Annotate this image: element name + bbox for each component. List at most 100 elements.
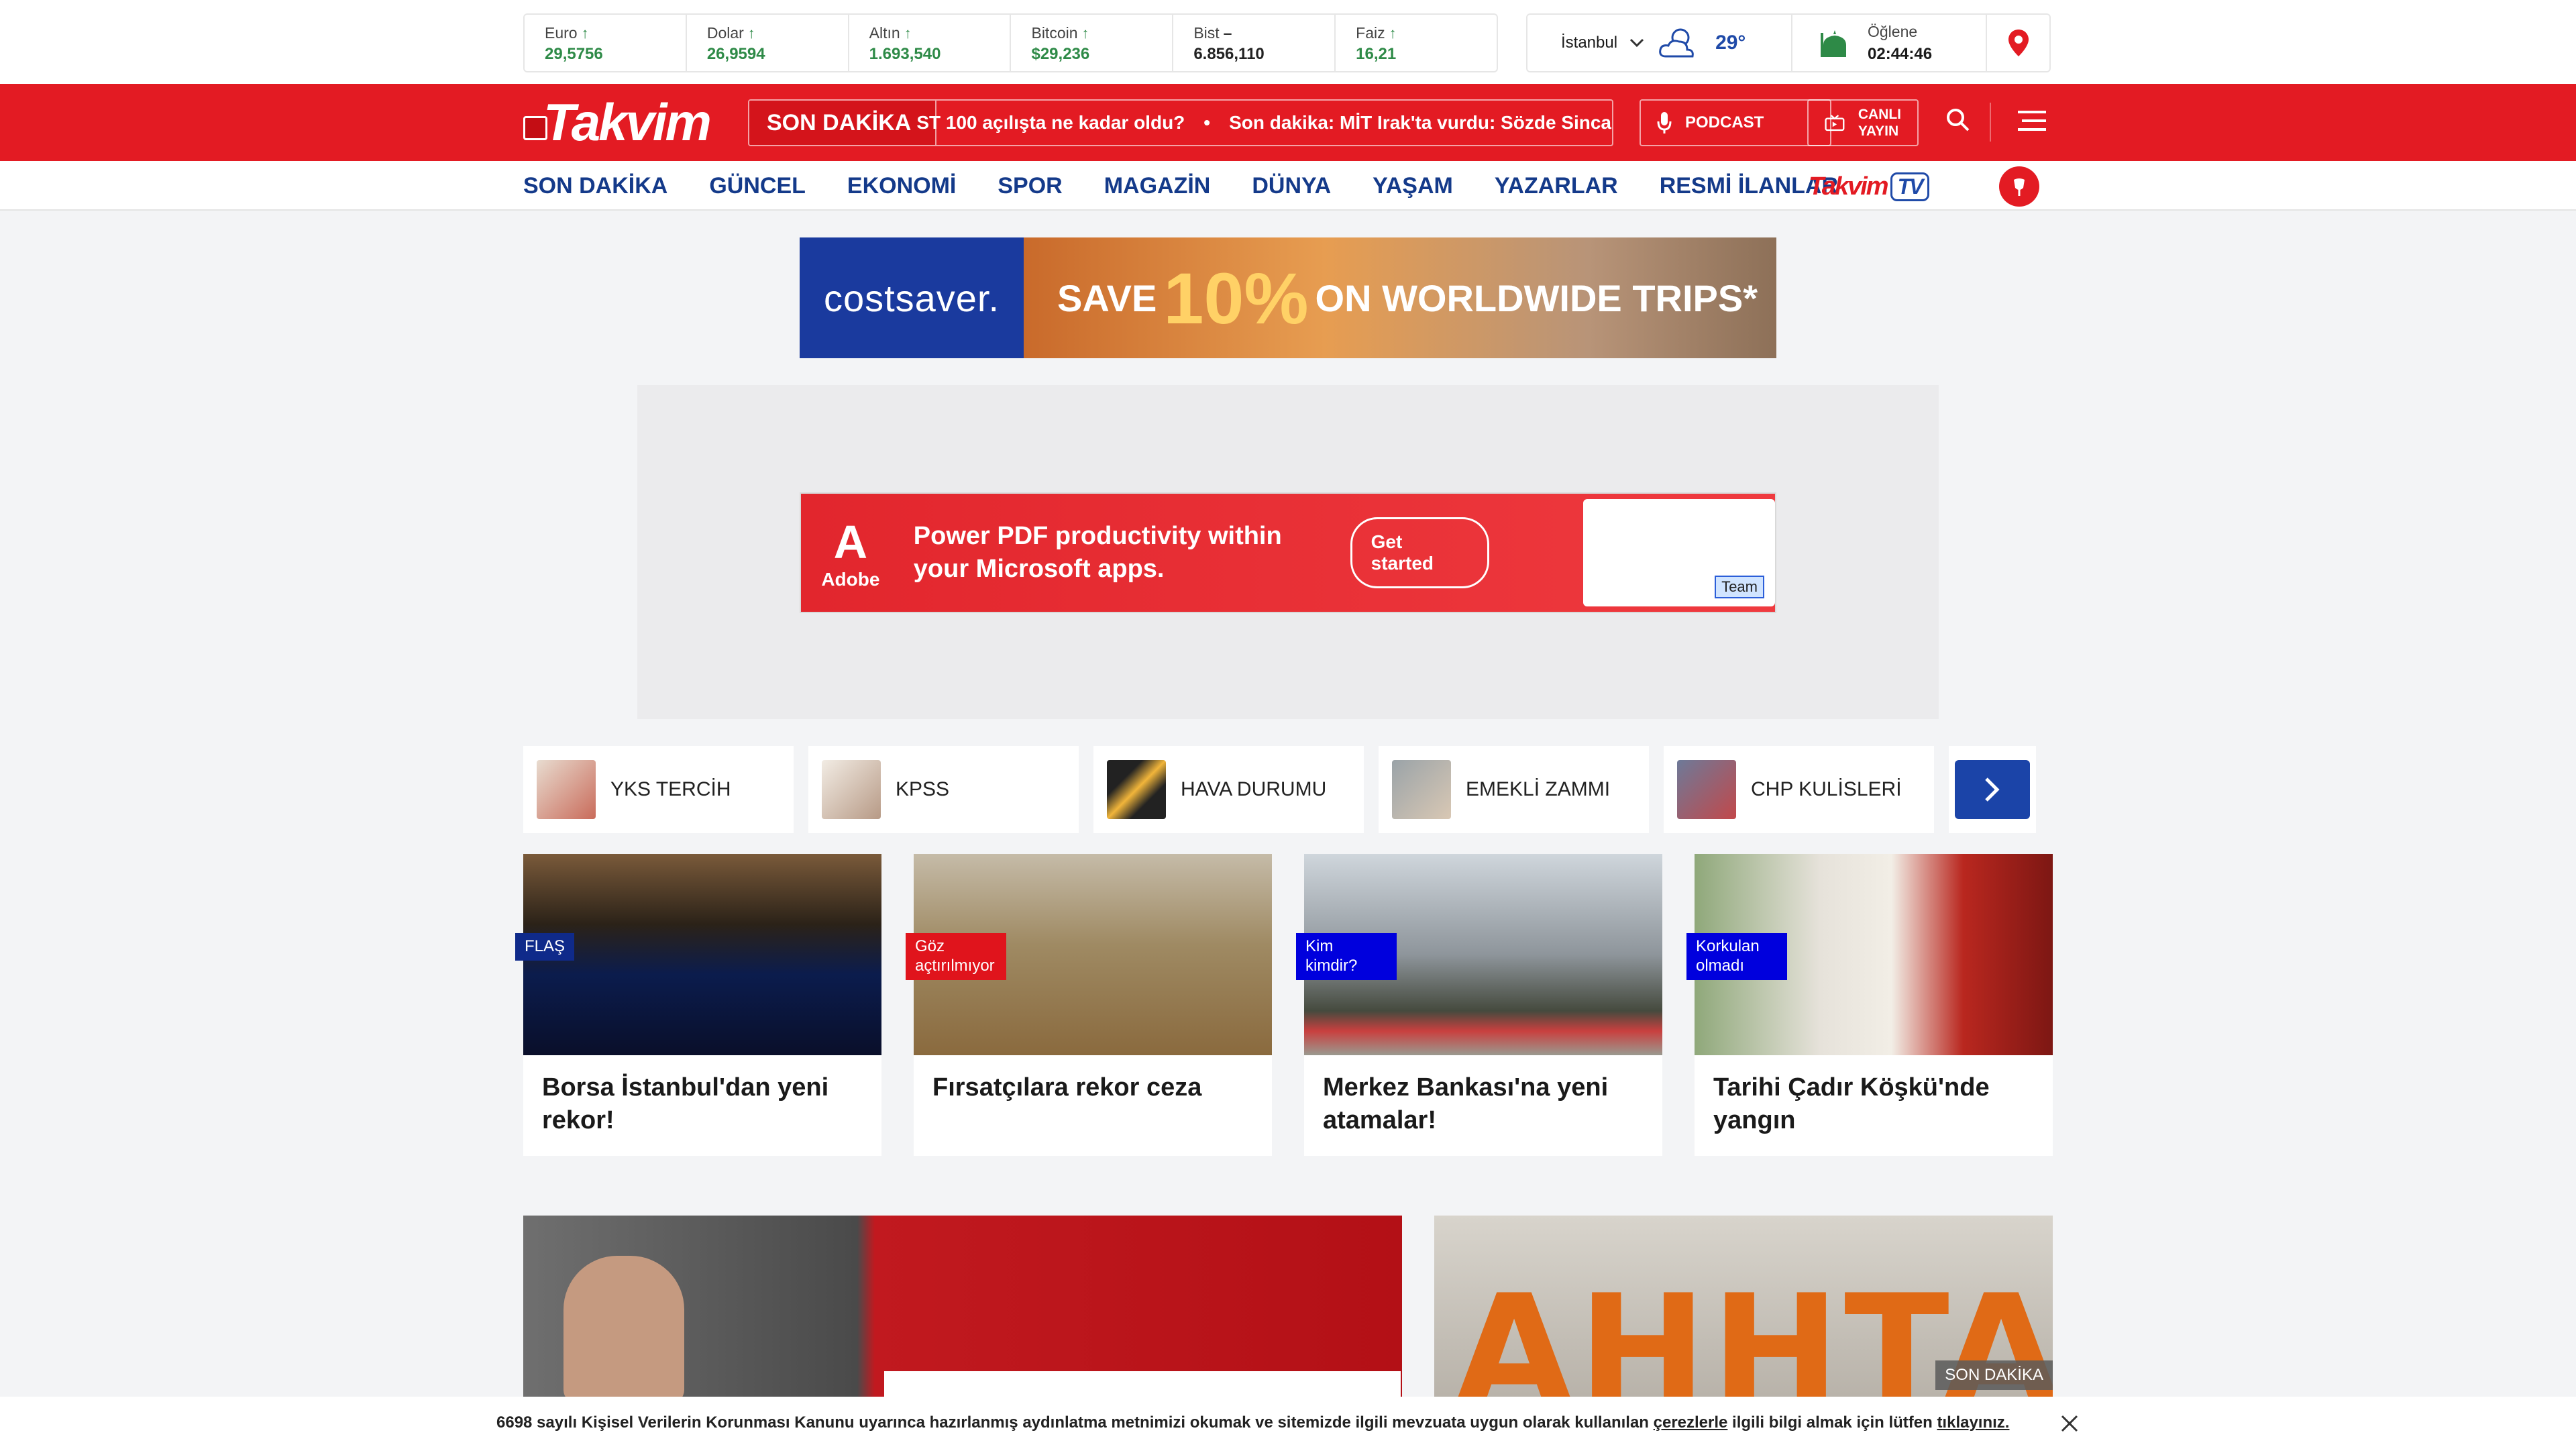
news-title: Tarihi Çadır Köşkü'nde yangın xyxy=(1713,1073,1990,1135)
market-bist[interactable]: Bist – 6.856,110 xyxy=(1173,15,1336,71)
topic-item[interactable]: HAVA DURUMU xyxy=(1093,746,1364,833)
search-icon xyxy=(1947,109,1970,131)
topic-thumbnail xyxy=(1677,760,1736,819)
ad-text-pre: SAVE xyxy=(1057,276,1157,319)
chevron-right-icon xyxy=(1985,777,2000,802)
nav-magazin[interactable]: MAGAZİN xyxy=(1104,173,1211,199)
son-dakika-badge: SON DAKİKA xyxy=(1935,1360,2053,1390)
topics-next-button[interactable] xyxy=(1949,746,2036,833)
market-value: 26,9594 xyxy=(706,45,765,63)
news-tag: Kim kimdir? xyxy=(1296,933,1397,980)
ad-thumbnail: Team xyxy=(1583,499,1775,606)
ticker-item[interactable]: ST 100 açılışta ne kadar oldu? xyxy=(916,112,1185,133)
nav-guncel[interactable]: GÜNCEL xyxy=(709,173,806,199)
market-bitcoin[interactable]: Bitcoin ↑ $29,236 xyxy=(1011,15,1174,71)
featured-person-image xyxy=(564,1256,684,1403)
trending-topics: YKS TERCİH KPSS HAVA DURUMU EMEKLİ ZAMMI… xyxy=(523,746,2053,833)
market-dolar[interactable]: Dolar ↑ 26,9594 xyxy=(687,15,849,71)
adobe-logo-text: Adobe xyxy=(821,569,880,590)
news-card[interactable]: Kim kimdir? Merkez Bankası'na yeni atama… xyxy=(1296,854,1662,1156)
market-faiz[interactable]: Faiz ↑ 16,21 xyxy=(1336,15,1497,71)
arrow-up-icon: ↑ xyxy=(747,24,755,42)
market-value: 6.856,110 xyxy=(1193,45,1265,63)
prayer-countdown: 02:44:46 xyxy=(1868,44,1933,63)
search-button[interactable] xyxy=(1945,107,1971,136)
market-value: 16,21 xyxy=(1356,45,1397,63)
breaking-news-ticker[interactable]: SON DAKİKA ST 100 açılışta ne kadar oldu… xyxy=(748,99,1613,146)
city-name: İstanbul xyxy=(1561,34,1618,52)
news-tag: FLAŞ xyxy=(515,933,575,961)
tulip-icon xyxy=(2014,178,2025,196)
news-card[interactable]: Korkulan olmadı Tarihi Çadır Köşkü'nde y… xyxy=(1686,854,2053,1156)
close-cookie-button[interactable] xyxy=(2059,1411,2080,1440)
arrow-up-icon: ↑ xyxy=(581,24,589,42)
market-value: 29,5756 xyxy=(545,45,603,63)
arrow-up-icon: ↑ xyxy=(1081,24,1089,42)
adobe-ad[interactable]: A Adobe Power PDF productivity within you… xyxy=(800,492,1776,613)
nav-ekonomi[interactable]: EKONOMİ xyxy=(847,173,956,199)
adobe-logo: A Adobe xyxy=(821,516,880,590)
news-tag: Göz açtırılmıyor xyxy=(906,933,1006,980)
main-header: Takvim SON DAKİKA ST 100 açılışta ne kad… xyxy=(0,84,2576,161)
featured-story-left[interactable] xyxy=(523,1216,1402,1417)
category-nav: SON DAKİKA GÜNCEL EKONOMİ SPOR MAGAZİN D… xyxy=(0,161,2576,211)
cookie-text-part: ilgili bilgi almak için lütfen xyxy=(1727,1413,1937,1432)
nav-yazarlar[interactable]: YAZARLAR xyxy=(1495,173,1618,199)
market-name: Euro xyxy=(545,24,578,42)
tv-icon xyxy=(1825,115,1845,131)
topic-item[interactable]: EMEKLİ ZAMMI xyxy=(1379,746,1649,833)
ticker-label: SON DAKİKA xyxy=(749,101,937,145)
partly-cloudy-icon xyxy=(1659,28,1694,58)
live-label-1: CANLI xyxy=(1858,106,1901,122)
logo-text: Takvim xyxy=(543,93,712,152)
market-euro[interactable]: Euro ↑ 29,5756 xyxy=(525,15,687,71)
podcast-button[interactable]: PODCAST xyxy=(1640,99,1831,146)
news-card[interactable]: FLAŞ Borsa İstanbul'dan yeni rekor! xyxy=(515,854,881,1156)
news-title: Merkez Bankası'na yeni atamalar! xyxy=(1323,1073,1609,1135)
market-name: Altın xyxy=(869,24,900,42)
cookie-link[interactable]: çerezlerle xyxy=(1654,1413,1728,1432)
nav-son-dakika[interactable]: SON DAKİKA xyxy=(523,173,667,199)
topic-label: YKS TERCİH xyxy=(610,778,731,800)
market-altin[interactable]: Altın ↑ 1.693,540 xyxy=(849,15,1012,71)
featured-story-right[interactable]: AHHTAIYA SON DAKİKA xyxy=(1434,1216,2053,1417)
menu-button[interactable] xyxy=(2018,109,2046,136)
topic-item[interactable]: CHP KULİSLERİ xyxy=(1664,746,1934,833)
ad-brand: costsaver. xyxy=(800,237,1024,358)
news-card[interactable]: Göz açtırılmıyor Fırsatçılara rekor ceza xyxy=(906,854,1272,1156)
costsaver-ad[interactable]: costsaver. SAVE 10% ON WORLDWIDE TRIPS* xyxy=(800,237,1776,358)
topic-label: KPSS xyxy=(896,778,950,800)
cookie-details-link[interactable]: tıklayınız. xyxy=(1937,1413,2009,1432)
market-value: $29,236 xyxy=(1031,45,1090,63)
market-rates: Euro ↑ 29,5756 Dolar ↑ 26,9594 Altın ↑ 1.693,5… xyxy=(523,13,1498,72)
arrow-up-icon: ↑ xyxy=(1389,24,1397,42)
live-label-2: YAYIN xyxy=(1858,123,1899,139)
nav-dunya[interactable]: DÜNYA xyxy=(1252,173,1331,199)
prayer-time[interactable]: Öğlene 02:44:46 xyxy=(1792,15,1987,71)
city-select[interactable]: İstanbul 29° xyxy=(1527,15,1792,71)
ad-percent: 10% xyxy=(1163,257,1309,339)
site-logo[interactable]: Takvim xyxy=(523,93,721,152)
news-title: Borsa İstanbul'dan yeni rekor! xyxy=(542,1073,829,1135)
nav-yasam[interactable]: YAŞAM xyxy=(1373,173,1453,199)
headline-cards: FLAŞ Borsa İstanbul'dan yeni rekor! Göz … xyxy=(515,854,2053,1156)
market-name: Dolar xyxy=(706,24,744,42)
topic-thumbnail xyxy=(1107,760,1166,819)
topic-item[interactable]: KPSS xyxy=(808,746,1079,833)
topic-item[interactable]: YKS TERCİH xyxy=(523,746,794,833)
ad-cta-button[interactable]: Get started xyxy=(1350,517,1490,588)
nav-spor[interactable]: SPOR xyxy=(998,173,1062,199)
takvim-tv-logo[interactable]: Takvim TV xyxy=(1809,170,1930,203)
news-image: Korkulan olmadı xyxy=(1686,854,2053,1055)
cookie-text: 6698 sayılı Kişisel Verilerin Korunması … xyxy=(496,1413,2009,1432)
location-button[interactable] xyxy=(1987,15,2049,71)
news-tag: Korkulan olmadı xyxy=(1686,933,1787,980)
topic-label: EMEKLİ ZAMMI xyxy=(1466,778,1611,800)
microphone-icon xyxy=(1657,112,1672,133)
special-badge-button[interactable] xyxy=(1999,166,2039,207)
ticker-item[interactable]: Son dakika: MİT Irak'ta vurdu: Sözde Sin… xyxy=(1229,112,1611,133)
ad-headline: Power PDF productivity within your Micro… xyxy=(913,521,1282,583)
live-broadcast-button[interactable]: CANLI YAYIN xyxy=(1807,99,1919,146)
ad-thumb-label: Team xyxy=(1715,576,1764,598)
arrow-up-icon: ↑ xyxy=(904,24,912,42)
